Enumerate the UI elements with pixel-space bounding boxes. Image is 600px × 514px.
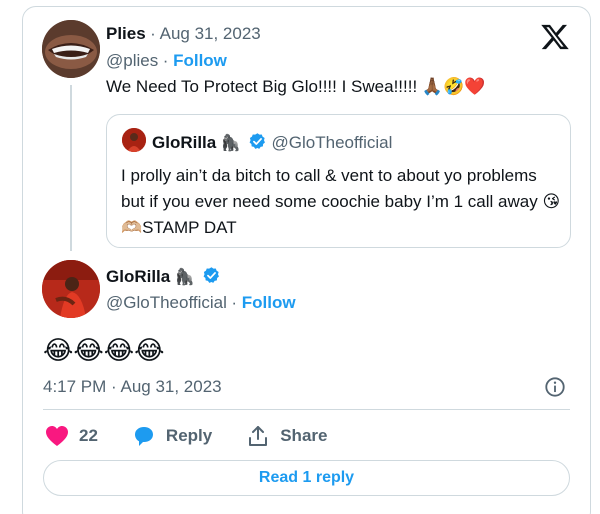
verified-badge-icon bbox=[202, 266, 221, 290]
plies-handle[interactable]: @plies bbox=[106, 51, 158, 70]
reply-tweet-text: 😂😂😂😂 bbox=[43, 335, 165, 365]
plies-tweet-date[interactable]: Aug 31, 2023 bbox=[160, 24, 261, 43]
plies-avatar[interactable] bbox=[42, 20, 100, 78]
reply-button[interactable]: Reply bbox=[132, 425, 212, 447]
share-icon bbox=[249, 426, 268, 446]
share-label: Share bbox=[280, 426, 328, 445]
quoted-author-avatar bbox=[122, 128, 146, 152]
follow-glorilla-button[interactable]: Follow bbox=[242, 293, 296, 312]
heart-icon bbox=[46, 426, 68, 446]
glorilla-handle-row: @GloTheofficial · Follow bbox=[106, 293, 296, 313]
glorilla-name-row: GloRilla 🦍 bbox=[106, 266, 221, 290]
handle-separator: · bbox=[231, 293, 242, 312]
reply-label: Reply bbox=[165, 426, 213, 445]
tweet-timestamp[interactable]: 4:17 PM · Aug 31, 2023 bbox=[43, 377, 222, 397]
plies-name-row: Plies · Aug 31, 2023 bbox=[106, 24, 261, 44]
share-button[interactable]: Share bbox=[246, 425, 327, 447]
glorilla-handle[interactable]: @GloTheofficial bbox=[106, 293, 227, 312]
handle-separator: · bbox=[162, 51, 174, 70]
reply-bubble-icon bbox=[134, 427, 153, 446]
verified-badge-icon bbox=[248, 132, 267, 156]
like-count: 22 bbox=[79, 426, 98, 445]
action-bar: 22 Reply Share bbox=[45, 425, 361, 447]
quoted-tweet-text: I prolly ain’t da bitch to call & vent t… bbox=[121, 166, 561, 237]
quoted-name-row: GloRilla 🦍 @GloTheofficial bbox=[152, 132, 392, 156]
gorilla-emoji: 🦍 bbox=[220, 135, 241, 152]
quoted-tweet[interactable]: GloRilla 🦍 @GloTheofficial I prolly ain’… bbox=[106, 114, 571, 248]
follow-plies-button[interactable]: Follow bbox=[173, 51, 227, 70]
thread-connector-line bbox=[70, 85, 72, 251]
embedded-tweet-card: Plies · Aug 31, 2023 @plies · Follow We … bbox=[22, 6, 591, 514]
quoted-handle: @GloTheofficial bbox=[271, 133, 393, 152]
divider bbox=[43, 409, 570, 410]
quoted-display-name: GloRilla bbox=[152, 133, 217, 152]
glorilla-avatar[interactable] bbox=[42, 260, 100, 318]
plies-tweet-text: We Need To Protect Big Glo!!!! I Swea!!!… bbox=[106, 77, 486, 96]
glorilla-display-name[interactable]: GloRilla bbox=[106, 267, 170, 286]
read-replies-button[interactable]: Read 1 reply bbox=[43, 460, 570, 496]
name-date-separator: · bbox=[150, 24, 160, 43]
like-button[interactable]: 22 bbox=[45, 425, 98, 447]
plies-handle-row: @plies · Follow bbox=[106, 51, 227, 71]
gorilla-emoji: 🦍 bbox=[174, 269, 195, 286]
info-icon[interactable] bbox=[544, 376, 566, 398]
plies-display-name[interactable]: Plies bbox=[106, 24, 146, 43]
x-logo-icon[interactable] bbox=[540, 22, 570, 52]
